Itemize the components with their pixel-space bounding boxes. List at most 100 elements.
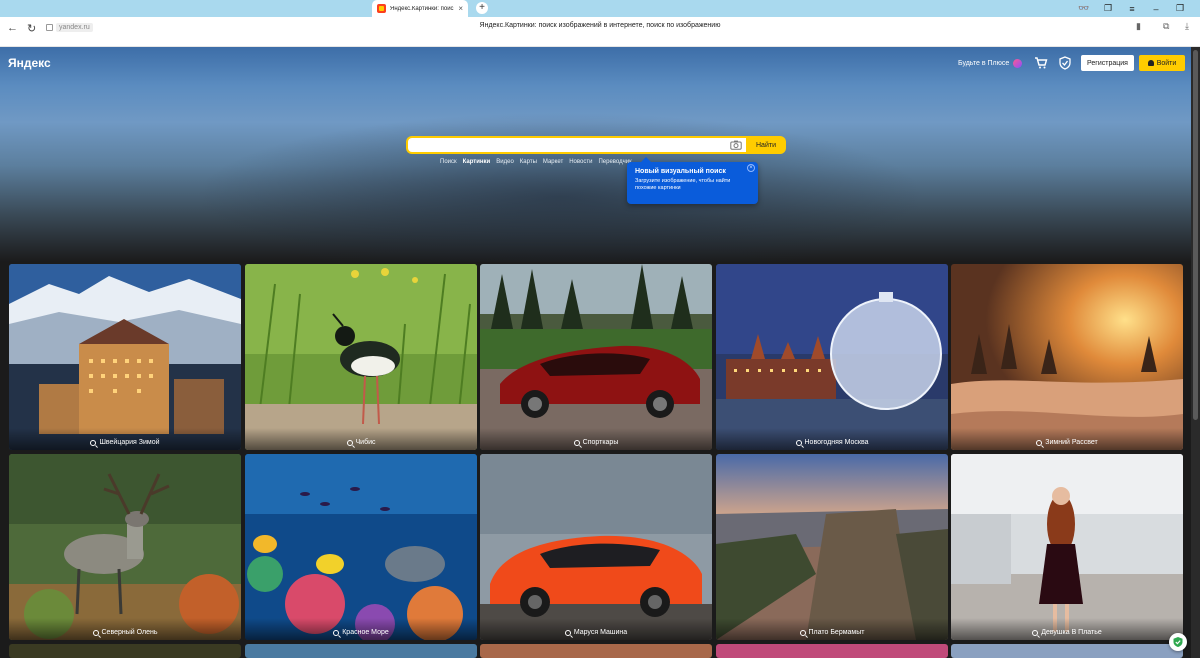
address-bar: ← ↻ yandex.ru Яндекс.Картинки: поиск изо… xyxy=(0,17,1200,47)
tab-title: Яндекс.Картинки: поис xyxy=(390,5,454,12)
image-tile[interactable]: Новогодняя Москва xyxy=(716,264,948,450)
tile-caption-text: Чибис xyxy=(355,439,376,446)
image-tile[interactable]: Красное Море xyxy=(245,454,477,640)
image-tile[interactable] xyxy=(245,644,477,658)
services-nav: Поиск Картинки Видео Карты Маркет Новости Пере… xyxy=(440,159,632,169)
tabs-icon[interactable]: ❐ xyxy=(1096,3,1120,14)
back-icon[interactable]: ← xyxy=(7,22,18,34)
search-icon xyxy=(333,630,340,636)
plus-badge-icon xyxy=(1013,59,1023,68)
url-field[interactable]: yandex.ru xyxy=(46,21,93,33)
service-link[interactable]: Картинки xyxy=(463,159,491,169)
image-tile-picture xyxy=(245,454,477,640)
url-text: yandex.ru xyxy=(56,22,93,32)
service-link[interactable]: Поиск xyxy=(440,159,457,169)
image-tile-picture xyxy=(245,264,477,450)
tile-caption-text: Девушка В Платье xyxy=(1041,629,1102,636)
register-button[interactable]: Регистрация xyxy=(1081,55,1134,71)
tab-close-icon[interactable]: × xyxy=(458,4,463,13)
tile-caption: Красное Море xyxy=(245,618,477,640)
tile-caption-text: Спорткары xyxy=(582,439,619,446)
visual-search-tooltip: × Новый визуальный поиск Загрузите изобр… xyxy=(627,157,758,204)
menu-icon[interactable]: ≡ xyxy=(1120,4,1144,14)
search-button[interactable]: Найти xyxy=(746,136,786,154)
tile-caption-text: Северный Олень xyxy=(101,629,158,636)
image-tile[interactable] xyxy=(480,644,712,658)
image-tile-picture xyxy=(9,454,241,640)
incognito-icon[interactable]: 👓 xyxy=(1072,3,1096,14)
tile-caption-text: Новогодняя Москва xyxy=(804,439,869,446)
image-tile[interactable]: Маруся Машина xyxy=(480,454,712,640)
browser-tab-strip: Яндекс.Картинки: поис × + 👓 ❐ ≡ – ❐ ✕ xyxy=(0,0,1200,17)
search-icon xyxy=(1036,440,1043,446)
image-tile-picture xyxy=(951,264,1183,450)
shield-check-icon xyxy=(1173,637,1183,647)
login-button[interactable]: Войти xyxy=(1139,55,1185,71)
image-tile[interactable]: Плато Бермамыт xyxy=(716,454,948,640)
yandex-logo[interactable]: Яндекс xyxy=(8,56,51,70)
user-icon xyxy=(1147,60,1154,66)
scrollbar-thumb[interactable] xyxy=(1193,50,1198,420)
camera-icon[interactable] xyxy=(730,140,742,150)
minimize-icon[interactable]: – xyxy=(1144,4,1168,14)
plus-link[interactable]: Будьте в Плюсе xyxy=(958,59,1023,68)
tile-caption-text: Зимний Рассвет xyxy=(1045,439,1098,446)
plus-link-label: Будьте в Плюсе xyxy=(958,60,1010,67)
tile-caption: Спорткары xyxy=(480,428,712,450)
search-icon xyxy=(573,440,580,446)
image-tile-picture xyxy=(480,454,712,640)
tooltip-text: Загрузите изображение, чтобы найти похож… xyxy=(635,178,731,191)
tile-caption-text: Швейцария Зимой xyxy=(99,439,160,446)
page-title: Яндекс.Картинки: поиск изображений в инт… xyxy=(479,22,721,29)
search-icon xyxy=(795,440,802,446)
image-tile[interactable]: Девушка В Платье xyxy=(951,454,1183,640)
tooltip-close-icon[interactable]: × xyxy=(747,164,755,172)
image-tile[interactable]: Спорткары xyxy=(480,264,712,450)
image-tile-picture xyxy=(716,264,948,450)
browser-tab[interactable]: Яндекс.Картинки: поис × xyxy=(372,0,468,17)
reload-icon[interactable]: ↻ xyxy=(27,22,36,35)
tile-caption: Северный Олень xyxy=(9,618,241,640)
image-tile[interactable] xyxy=(9,644,241,658)
tile-caption: Плато Бермамыт xyxy=(716,618,948,640)
protect-shield-button[interactable] xyxy=(1169,633,1187,651)
tile-caption: Новогодняя Москва xyxy=(716,428,948,450)
close-window-icon[interactable]: ✕ xyxy=(1192,3,1200,14)
image-tile[interactable] xyxy=(716,644,948,658)
image-tile-picture xyxy=(951,454,1183,640)
search-icon xyxy=(1032,630,1039,636)
search-icon xyxy=(92,630,99,636)
tile-caption: Девушка В Платье xyxy=(951,618,1183,640)
yandex-favicon-icon xyxy=(377,4,386,13)
image-tile-picture xyxy=(716,454,948,640)
tile-caption: Чибис xyxy=(245,428,477,450)
bookmark-icon[interactable]: ▮ xyxy=(1136,21,1141,32)
search-form: Найти xyxy=(406,136,786,154)
tile-caption: Маруся Машина xyxy=(480,618,712,640)
image-tile[interactable]: Чибис xyxy=(245,264,477,450)
service-link[interactable]: Карты xyxy=(520,159,537,169)
search-icon xyxy=(799,630,806,636)
new-tab-button[interactable]: + xyxy=(476,2,488,14)
shield-icon[interactable] xyxy=(1058,56,1072,70)
cart-icon[interactable] xyxy=(1034,56,1048,70)
image-tile[interactable]: Зимний Рассвет xyxy=(951,264,1183,450)
restore-icon[interactable]: ❐ xyxy=(1168,3,1192,14)
download-icon[interactable]: ⤓ xyxy=(1185,21,1189,32)
service-link[interactable]: Маркет xyxy=(543,159,563,169)
image-tile[interactable] xyxy=(951,644,1183,658)
image-tile[interactable]: Северный Олень xyxy=(9,454,241,640)
search-icon xyxy=(90,440,97,446)
tile-caption-text: Маруся Машина xyxy=(573,629,628,636)
tooltip-title: Новый визуальный поиск xyxy=(635,168,726,175)
translate-icon[interactable]: ⧉ xyxy=(1163,21,1169,32)
search-icon xyxy=(346,440,353,446)
login-button-label: Войти xyxy=(1156,59,1177,67)
tile-caption-text: Плато Бермамыт xyxy=(808,629,865,636)
service-link[interactable]: Новости xyxy=(569,159,592,169)
search-icon xyxy=(564,630,571,636)
image-tile[interactable]: Швейцария Зимой xyxy=(9,264,241,450)
search-input[interactable] xyxy=(406,136,746,154)
image-tile-picture xyxy=(480,264,712,450)
service-link[interactable]: Видео xyxy=(496,159,514,169)
